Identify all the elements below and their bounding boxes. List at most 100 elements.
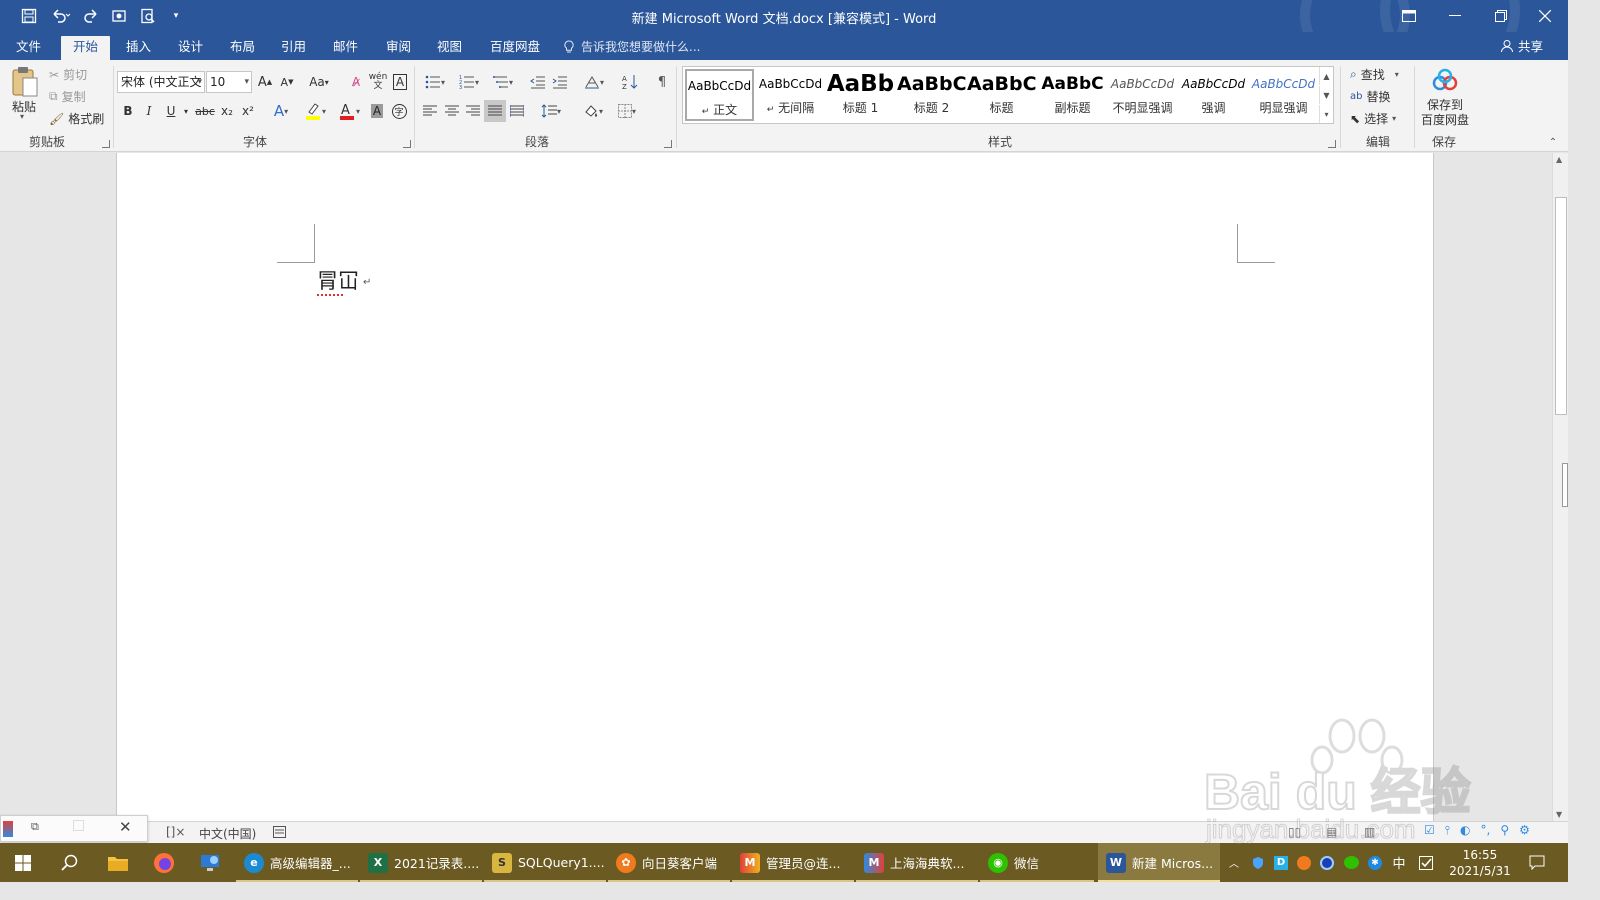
multilevel-list-icon[interactable]: ▾: [488, 71, 518, 93]
search-icon[interactable]: [48, 843, 92, 882]
find-button[interactable]: ⌕ 查找 ▾: [1350, 66, 1399, 83]
scroll-down-icon[interactable]: ▼: [1556, 810, 1562, 819]
track-changes-icon[interactable]: []×: [166, 825, 185, 839]
replace-button[interactable]: ab 替换: [1350, 88, 1391, 105]
change-case-button[interactable]: Aa ▾: [304, 71, 334, 93]
baidu-cloud-icon[interactable]: [1428, 66, 1462, 96]
tray-blue-circle-icon[interactable]: [1317, 843, 1337, 882]
borders-icon[interactable]: ▾: [612, 100, 642, 122]
tell-me-box[interactable]: 告诉我您想要做什么...: [563, 38, 700, 55]
tab-insert[interactable]: 插入: [114, 36, 163, 60]
style-title[interactable]: AaBbC 标题: [967, 69, 1036, 121]
user-icon[interactable]: ⚲: [1500, 823, 1509, 838]
maximize-icon[interactable]: [73, 820, 84, 831]
styles-launcher-icon[interactable]: [1328, 140, 1336, 148]
tab-layout[interactable]: 布局: [218, 36, 267, 60]
style-heading-1[interactable]: AaBb 标题 1: [826, 69, 895, 121]
highlight-color-icon[interactable]: ▾: [300, 100, 330, 122]
taskbar-app-sql[interactable]: S SQLQuery1....: [484, 843, 606, 882]
tab-file[interactable]: 文件: [4, 36, 53, 60]
font-launcher-icon[interactable]: [403, 140, 411, 148]
clock[interactable]: 16:55 2021/5/31: [1440, 843, 1520, 882]
tab-baidu-netdisk[interactable]: 百度网盘: [478, 36, 552, 60]
taskbar-app-haidian[interactable]: M 上海海典软...: [856, 843, 978, 882]
bold-button[interactable]: B: [119, 100, 137, 122]
tray-d-icon[interactable]: D: [1271, 843, 1291, 882]
ime-indicator[interactable]: 中: [1388, 843, 1410, 882]
grow-font-icon[interactable]: A ▲: [256, 71, 274, 93]
file-explorer-icon[interactable]: [96, 843, 140, 882]
restore-icon[interactable]: ⧉: [31, 820, 39, 834]
cut-button[interactable]: ✂ 剪切: [49, 66, 87, 83]
firefox-icon[interactable]: [142, 843, 186, 882]
checkbox-icon[interactable]: [1414, 843, 1438, 882]
line-spacing-icon[interactable]: ▾: [536, 100, 566, 122]
close-icon[interactable]: ✕: [119, 818, 132, 836]
clear-formatting-icon[interactable]: A̷: [346, 71, 366, 93]
font-color-icon[interactable]: A ▾: [334, 100, 364, 122]
italic-button[interactable]: I: [140, 100, 158, 122]
close-button[interactable]: [1522, 0, 1568, 32]
ribbon-display-icon[interactable]: [1386, 0, 1432, 32]
restore-button[interactable]: [1478, 0, 1524, 32]
collapse-ribbon-icon[interactable]: ⌃: [1546, 136, 1560, 148]
paste-dropdown-icon[interactable]: ▾: [20, 112, 24, 121]
shading-icon[interactable]: ▾: [578, 100, 608, 122]
subscript-button[interactable]: x₂: [218, 100, 236, 122]
character-shading-icon[interactable]: A: [368, 100, 386, 122]
justify-icon[interactable]: [484, 100, 506, 122]
paragraph-launcher-icon[interactable]: [664, 140, 672, 148]
scroll-thumb[interactable]: [1555, 197, 1567, 415]
tray-wechat-icon[interactable]: [1340, 843, 1362, 882]
sort-icon[interactable]: AZ: [620, 71, 640, 93]
style-subtitle[interactable]: AaBbC 副标题: [1038, 69, 1107, 121]
remote-desktop-icon[interactable]: [188, 843, 232, 882]
scroll-up-icon[interactable]: ▲: [1556, 155, 1562, 164]
phonetic-guide-icon[interactable]: wén 文: [368, 71, 388, 93]
chinese-layout-icon[interactable]: ▾: [580, 71, 608, 93]
taskbar-app-admin[interactable]: M 管理员@连...: [732, 843, 854, 882]
macro-record-icon[interactable]: [273, 826, 286, 841]
gallery-down-icon[interactable]: ▼: [1319, 86, 1333, 104]
tray-shield-icon[interactable]: [1248, 843, 1268, 882]
gallery-more-icon[interactable]: ▾: [1319, 105, 1333, 123]
style-intense-emphasis[interactable]: AaBbCcDd 明显强调: [1249, 69, 1318, 121]
tray-expand-icon[interactable]: ︿: [1224, 843, 1244, 882]
distributed-icon[interactable]: [507, 100, 527, 122]
tab-references[interactable]: 引用: [269, 36, 318, 60]
font-size-combo[interactable]: 10 ▾: [206, 71, 252, 93]
side-handle[interactable]: [1562, 463, 1568, 507]
increase-indent-icon[interactable]: [550, 71, 570, 93]
font-name-combo[interactable]: 宋体 (中文正文 ▾: [117, 71, 205, 93]
format-painter-button[interactable]: 🖌 格式刷: [49, 110, 104, 127]
tab-design[interactable]: 设计: [166, 36, 215, 60]
align-right-icon[interactable]: [463, 100, 483, 122]
character-border-icon[interactable]: A: [390, 71, 410, 93]
decrease-indent-icon[interactable]: [528, 71, 548, 93]
style-heading-2[interactable]: AaBbC 标题 2: [897, 69, 966, 121]
text-effects-icon[interactable]: A ▾: [268, 100, 294, 122]
taskbar-app-wechat[interactable]: ◉ 微信: [980, 843, 1094, 882]
minimize-button[interactable]: [1432, 0, 1478, 32]
tab-view[interactable]: 视图: [425, 36, 474, 60]
align-left-icon[interactable]: [420, 100, 440, 122]
taskbar-app-word[interactable]: W 新建 Micros...: [1098, 843, 1220, 882]
style-no-spacing[interactable]: AaBbCcDd ↵ 无间隔: [756, 69, 825, 121]
windows-start-icon[interactable]: [0, 843, 46, 882]
taskbar-app-edge[interactable]: e 高级编辑器_...: [236, 843, 358, 882]
strikethrough-button[interactable]: abc: [194, 100, 216, 122]
gallery-up-icon[interactable]: ▲: [1319, 67, 1333, 85]
shrink-font-icon[interactable]: A ▼: [278, 71, 296, 93]
enclose-characters-icon[interactable]: 字: [389, 100, 409, 122]
paste-icon[interactable]: [8, 64, 42, 100]
clipboard-launcher-icon[interactable]: [102, 140, 110, 148]
align-center-icon[interactable]: [442, 100, 462, 122]
tab-review[interactable]: 审阅: [374, 36, 423, 60]
select-button[interactable]: ⬉ 选择 ▾: [1350, 110, 1396, 127]
document-text[interactable]: 冐冚: [317, 265, 359, 295]
bullets-icon[interactable]: ▾: [420, 71, 450, 93]
underline-dropdown-icon[interactable]: ▾: [181, 100, 191, 122]
taskbar-app-excel[interactable]: X 2021记录表....: [360, 843, 482, 882]
language-indicator[interactable]: 中文(中国): [199, 825, 256, 842]
save-to-baidu-button[interactable]: 保存到 百度网盘: [1420, 98, 1470, 128]
